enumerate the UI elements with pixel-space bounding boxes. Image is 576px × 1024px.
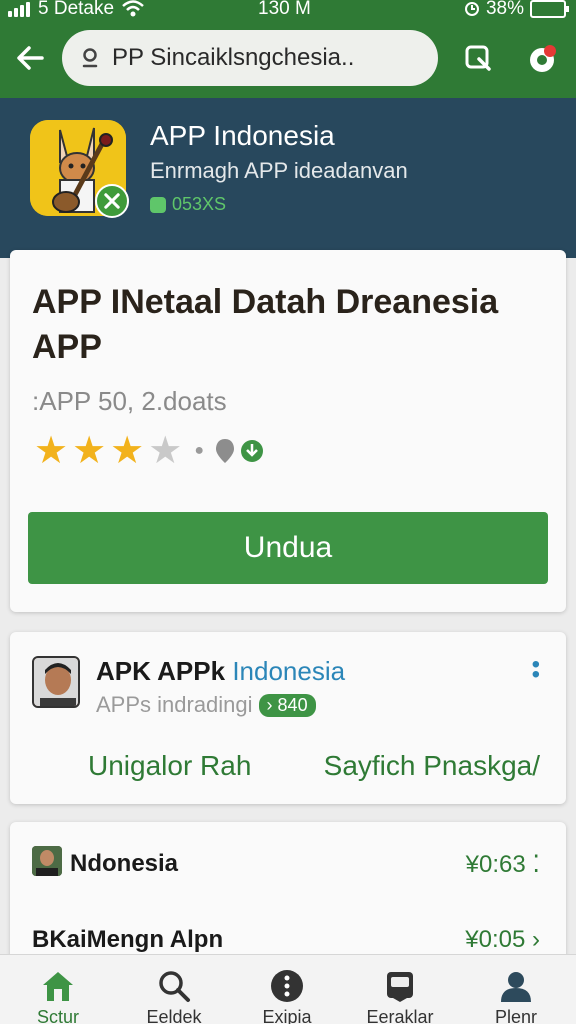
developer-link-left[interactable]: Unigalor Rah (88, 750, 251, 782)
search-bar[interactable]: PP Sincaiklsngchesia.. (62, 30, 438, 86)
home-icon (43, 972, 73, 1001)
status-badge-count: 840 (277, 694, 308, 715)
library-icon (387, 972, 413, 1002)
app-subtitle: Enrmagh APP ideadanvan (150, 158, 408, 183)
clock: 130 M (258, 0, 311, 19)
list-item-price-value: ¥0:05 (465, 926, 526, 953)
wrench-badge-icon (95, 184, 129, 218)
install-button[interactable]: Undua (28, 512, 548, 584)
profile-icon (501, 972, 531, 1002)
more-options-icon[interactable]: • • (532, 653, 540, 687)
nav-item-home[interactable]: Sctur (2, 969, 114, 1024)
developer-name-highlight: Indonesia (232, 656, 346, 686)
search-input[interactable]: PP Sincaiklsngchesia.. (112, 44, 354, 72)
download-badge-icon (240, 440, 263, 462)
nav-item-explore[interactable]: Exipia (231, 969, 343, 1024)
carrier-label: 5 Detake (38, 0, 115, 19)
list-item-price[interactable]: ¥0:05 › (465, 926, 540, 954)
bottom-nav: Sctur Eeldek Exipia Eeraklar Plenr (0, 954, 576, 1024)
avatar (32, 846, 62, 876)
star-icon: ★ (34, 430, 69, 472)
more-icon (271, 970, 303, 1002)
star-icon: ★ (72, 430, 107, 472)
battery-percent: 38% (485, 0, 524, 19)
developer-subtitle-text: APPs indradingi (96, 692, 253, 717)
list-item-title[interactable]: BKaiMengn Alpn (32, 926, 223, 954)
battery-icon (530, 0, 569, 18)
list-item-price-value: ¥0:63 (465, 851, 526, 878)
app-header: 5 Detake 130 M 38% PP Sincaiklsngchesia.… (0, 0, 576, 98)
cast-icon[interactable] (462, 42, 494, 74)
signal-icon (8, 1, 30, 17)
controller-icon (150, 196, 166, 213)
nav-label: Eeraklar (366, 1007, 434, 1024)
status-badge: › 840 (258, 693, 316, 717)
nav-label: Sctur (36, 1007, 79, 1024)
notification-icon[interactable] (526, 42, 558, 74)
nav-label: Eeldek (146, 1007, 202, 1024)
download-count: :APP 50, 2.doats (32, 386, 227, 416)
nav-label: Plenr (494, 1007, 538, 1024)
developer-card: APK APPk Indonesia APPs indradingi › 840… (10, 632, 566, 804)
app-detail-card: APP INetaal Datah Dreanesia APP :APP 50,… (10, 250, 566, 612)
star-icon: ★ (110, 430, 145, 472)
nav-label: Exipia (262, 1007, 312, 1024)
chevron-right-icon[interactable]: › (532, 926, 540, 953)
developer-name: APK APPk Indonesia (96, 656, 345, 687)
wifi-icon (122, 0, 144, 17)
more-options-icon[interactable]: ⁚ (532, 851, 540, 878)
location-icon (215, 439, 234, 463)
list-item-title[interactable]: Ndonesia (70, 850, 178, 878)
developer-subtitle: APPs indradingi › 840 (96, 692, 316, 718)
avatar (32, 656, 80, 708)
separator-dot: ● (194, 442, 204, 459)
developer-name-main: APK APPk (96, 656, 226, 686)
list-item-price[interactable]: ¥0:63 ⁚ (466, 850, 540, 879)
nav-item-profile[interactable]: Plenr (460, 969, 572, 1024)
search-icon (159, 971, 190, 1002)
alarm-icon (464, 2, 479, 16)
app-meta-text: 053XS (172, 194, 227, 214)
star-rating: ★ ★ ★ ★ ● (34, 432, 264, 470)
status-bar: 5 Detake 130 M 38% (0, 0, 576, 22)
star-empty-icon: ★ (148, 430, 183, 472)
developer-link-right[interactable]: Sayfich Pnaskga/ (324, 750, 540, 782)
app-banner: APP Indonesia Enrmagh APP ideadanvan 053… (0, 98, 576, 258)
app-title: APP Indonesia (150, 120, 335, 151)
nav-item-search[interactable]: Eeldek (118, 969, 230, 1024)
app-meta: 053XS (150, 194, 226, 215)
back-arrow-icon[interactable] (14, 42, 46, 74)
search-icon (82, 48, 98, 68)
nav-item-library[interactable]: Eeraklar (344, 969, 456, 1024)
page-title: APP INetaal Datah Dreanesia APP (32, 283, 499, 366)
